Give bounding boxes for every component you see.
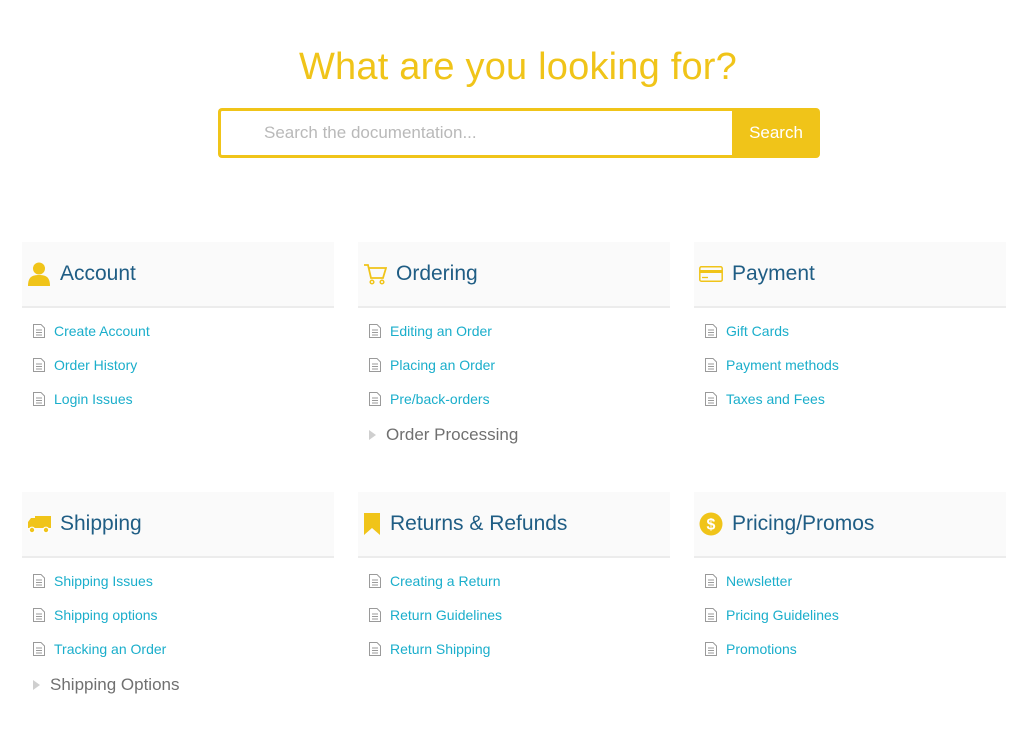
document-icon <box>705 324 717 338</box>
article-link[interactable]: Creating a Return <box>390 573 501 589</box>
list-item: Return Guidelines <box>358 598 670 632</box>
category-title: Returns & Refunds <box>390 512 568 535</box>
article-link[interactable]: Editing an Order <box>390 323 492 339</box>
category-returns-refunds: Returns & Refunds Creating a Return Retu… <box>358 492 670 666</box>
list-item: Shipping options <box>22 598 334 632</box>
article-link[interactable]: Shipping options <box>54 607 158 623</box>
article-link[interactable]: Login Issues <box>54 391 133 407</box>
page-title: What are you looking for? <box>298 46 737 88</box>
list-item: Gift Cards <box>694 314 1006 348</box>
category-title: Account <box>60 262 136 285</box>
list-item: Payment methods <box>694 348 1006 382</box>
document-icon <box>705 392 717 406</box>
article-link[interactable]: Pricing Guidelines <box>726 607 839 623</box>
document-icon <box>369 358 381 372</box>
subsection-toggle[interactable]: Order Processing <box>358 416 670 454</box>
list-item: Newsletter <box>694 564 1006 598</box>
article-link[interactable]: Order History <box>54 357 137 373</box>
document-icon <box>33 574 45 588</box>
category-header[interactable]: Returns & Refunds <box>358 492 670 558</box>
subsection-label: Shipping Options <box>50 675 180 694</box>
article-list: Shipping Issues Shipping options Trackin… <box>22 564 334 666</box>
search-bar: Search <box>218 108 820 158</box>
dollar-coin-icon: $ <box>698 512 724 536</box>
category-payment: Payment Gift Cards Payment methods Taxes… <box>694 242 1006 416</box>
list-item: Return Shipping <box>358 632 670 666</box>
document-icon <box>369 608 381 622</box>
document-icon <box>369 574 381 588</box>
category-title: Pricing/Promos <box>732 512 875 535</box>
article-list: Creating a Return Return Guidelines Retu… <box>358 564 670 666</box>
article-link[interactable]: Shipping Issues <box>54 573 153 589</box>
article-link[interactable]: Payment methods <box>726 357 839 373</box>
category-account: Account Create Account Order History Log… <box>22 242 334 416</box>
article-link[interactable]: Tracking an Order <box>54 641 166 657</box>
document-icon <box>705 358 717 372</box>
category-pricing-promos: $ Pricing/Promos Newsletter Pricing Guid… <box>694 492 1006 666</box>
svg-text:$: $ <box>707 517 716 534</box>
category-header[interactable]: Account <box>22 242 334 308</box>
article-link[interactable]: Promotions <box>726 641 797 657</box>
list-item: Tracking an Order <box>22 632 334 666</box>
document-icon <box>705 608 717 622</box>
category-ordering: Ordering Editing an Order Placing an Ord… <box>358 242 670 454</box>
document-icon <box>369 392 381 406</box>
list-item: Promotions <box>694 632 1006 666</box>
document-icon <box>33 608 45 622</box>
list-item: Pre/back-orders <box>358 382 670 416</box>
category-title: Ordering <box>396 262 478 285</box>
list-item: Pricing Guidelines <box>694 598 1006 632</box>
category-title: Payment <box>732 262 815 285</box>
subsection-toggle[interactable]: Shipping Options <box>22 666 334 704</box>
article-link[interactable]: Pre/back-orders <box>390 391 490 407</box>
list-item: Order History <box>22 348 334 382</box>
article-link[interactable]: Create Account <box>54 323 150 339</box>
article-list: Newsletter Pricing Guidelines Promotions <box>694 564 1006 666</box>
document-icon <box>33 324 45 338</box>
credit-card-icon <box>698 262 724 286</box>
user-icon <box>26 262 52 286</box>
cart-icon <box>362 262 388 286</box>
category-header[interactable]: Shipping <box>22 492 334 558</box>
list-item: Editing an Order <box>358 314 670 348</box>
article-link[interactable]: Taxes and Fees <box>726 391 825 407</box>
document-icon <box>33 392 45 406</box>
list-item: Login Issues <box>22 382 334 416</box>
expand-arrow-icon <box>369 430 376 440</box>
document-icon <box>705 642 717 656</box>
article-link[interactable]: Gift Cards <box>726 323 789 339</box>
article-link[interactable]: Newsletter <box>726 573 792 589</box>
article-list: Create Account Order History Login Issue… <box>22 314 334 416</box>
list-item: Shipping Issues <box>22 564 334 598</box>
article-list: Gift Cards Payment methods Taxes and Fee… <box>694 314 1006 416</box>
list-item: Taxes and Fees <box>694 382 1006 416</box>
article-link[interactable]: Return Shipping <box>390 641 490 657</box>
truck-icon <box>26 512 52 536</box>
document-icon <box>369 642 381 656</box>
article-link[interactable]: Placing an Order <box>390 357 495 373</box>
document-icon <box>33 358 45 372</box>
search-button[interactable]: Search <box>732 108 820 158</box>
category-title: Shipping <box>60 512 142 535</box>
article-link[interactable]: Return Guidelines <box>390 607 502 623</box>
list-item: Creating a Return <box>358 564 670 598</box>
document-icon <box>705 574 717 588</box>
document-icon <box>33 642 45 656</box>
list-item: Create Account <box>22 314 334 348</box>
category-shipping: Shipping Shipping Issues Shipping option… <box>22 492 334 704</box>
category-header[interactable]: Payment <box>694 242 1006 308</box>
list-item: Placing an Order <box>358 348 670 382</box>
expand-arrow-icon <box>33 680 40 690</box>
bookmark-icon <box>362 512 382 536</box>
category-header[interactable]: Ordering <box>358 242 670 308</box>
category-header[interactable]: $ Pricing/Promos <box>694 492 1006 558</box>
search-input[interactable] <box>218 108 732 158</box>
article-list: Editing an Order Placing an Order Pre/ba… <box>358 314 670 416</box>
subsection-label: Order Processing <box>386 425 519 444</box>
document-icon <box>369 324 381 338</box>
